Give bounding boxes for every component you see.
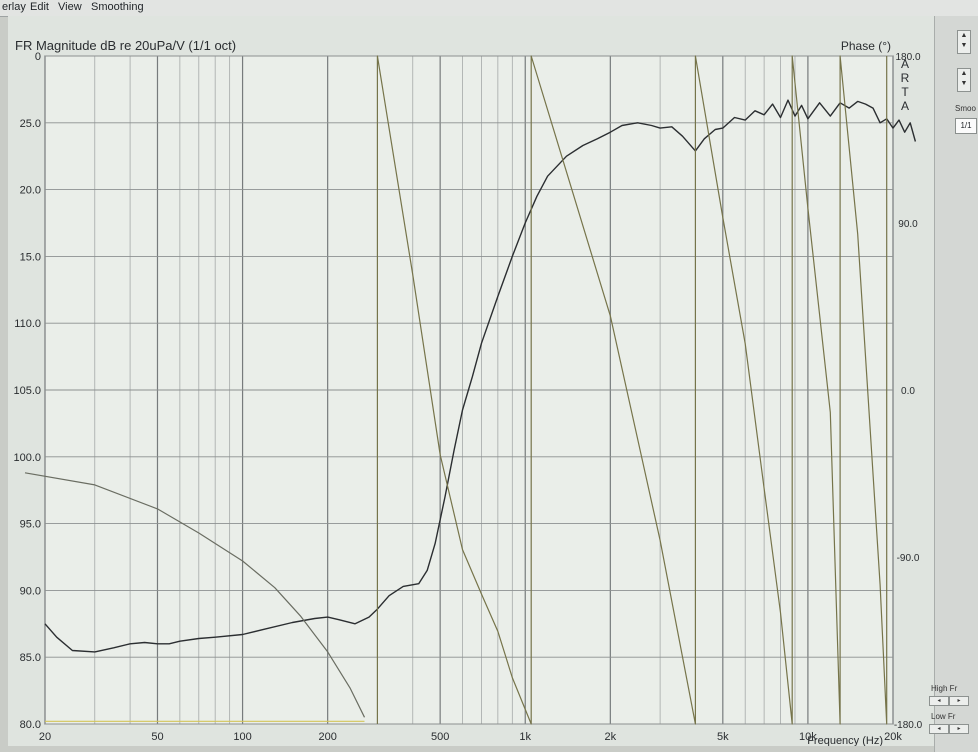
frequency-response-chart: 80.0 85.0 90.0 95.0 100.0 105.0 110.0 15.0 20.0 2… bbox=[13, 38, 923, 746]
menu-smoothing[interactable]: Smoothing bbox=[91, 0, 144, 14]
watermark-letter: R bbox=[901, 71, 910, 85]
y-tick-label: 100.0 bbox=[13, 452, 41, 464]
smoothing-label: Smoo bbox=[955, 104, 976, 113]
y2-tick-label: 90.0 bbox=[898, 219, 918, 230]
y2-tick-label: -180.0 bbox=[894, 720, 923, 731]
right-axis-title: Phase (°) bbox=[841, 39, 891, 53]
spin-up-icon[interactable]: ▲ bbox=[958, 31, 970, 41]
low-freq-label: Low Fr bbox=[931, 712, 956, 721]
high-freq-decrease-button[interactable]: ◂ bbox=[929, 696, 949, 706]
x-tick-label: 50 bbox=[151, 731, 163, 743]
x-tick-label: 20k bbox=[884, 731, 902, 743]
watermark-letter: T bbox=[901, 85, 909, 99]
x-tick-label: 1k bbox=[519, 731, 531, 743]
x-tick-label: 2k bbox=[605, 731, 617, 743]
y-tick-label: 105.0 bbox=[13, 385, 41, 397]
x-tick-label: 100 bbox=[233, 731, 251, 743]
spin-control-top[interactable]: ▲ ▼ bbox=[957, 30, 971, 54]
spin-down-icon[interactable]: ▼ bbox=[958, 79, 970, 89]
chart-title: FR Magnitude dB re 20uPa/V (1/1 oct) bbox=[15, 38, 236, 53]
x-tick-label: 20 bbox=[39, 731, 51, 743]
y2-tick-label: -90.0 bbox=[897, 553, 920, 564]
x-axis-label: Frequency (Hz) bbox=[807, 735, 883, 746]
y-tick-label: 15.0 bbox=[20, 251, 41, 263]
menu-bar: erlay Edit View Smoothing bbox=[0, 0, 978, 17]
high-freq-increase-button[interactable]: ▸ bbox=[949, 696, 969, 706]
y-tick-label: 95.0 bbox=[20, 519, 41, 531]
low-freq-decrease-button[interactable]: ◂ bbox=[929, 724, 949, 734]
menu-overlay[interactable]: erlay bbox=[2, 0, 26, 14]
menu-view[interactable]: View bbox=[58, 0, 82, 14]
spin-down-icon[interactable]: ▼ bbox=[958, 41, 970, 51]
x-tick-label: 200 bbox=[318, 731, 336, 743]
x-tick-label: 500 bbox=[431, 731, 449, 743]
y-tick-label: 20.0 bbox=[20, 185, 41, 197]
watermark-letter: A bbox=[901, 57, 909, 71]
y-tick-label: 85.0 bbox=[20, 652, 41, 664]
y-tick-label: 25.0 bbox=[20, 118, 41, 130]
plot-frame: 80.0 85.0 90.0 95.0 100.0 105.0 110.0 15.0 20.0 2… bbox=[8, 16, 934, 746]
smoothing-select[interactable]: 1/1 bbox=[955, 118, 977, 134]
y-tick-label: 80.0 bbox=[20, 719, 41, 731]
menu-edit[interactable]: Edit bbox=[30, 0, 49, 14]
low-freq-increase-button[interactable]: ▸ bbox=[949, 724, 969, 734]
watermark-letter: A bbox=[901, 99, 909, 113]
high-freq-label: High Fr bbox=[931, 684, 958, 693]
x-tick-label: 5k bbox=[717, 731, 729, 743]
y-tick-label: 90.0 bbox=[20, 585, 41, 597]
y2-tick-label: 0.0 bbox=[901, 386, 915, 397]
spin-up-icon[interactable]: ▲ bbox=[958, 69, 970, 79]
right-control-panel: ▲ ▼ ▲ ▼ Smoo 1/1 High Fr ◂ ▸ Low Fr ◂ ▸ bbox=[929, 16, 978, 752]
spin-control-middle[interactable]: ▲ ▼ bbox=[957, 68, 971, 92]
y-tick-label: 110.0 bbox=[14, 318, 41, 330]
